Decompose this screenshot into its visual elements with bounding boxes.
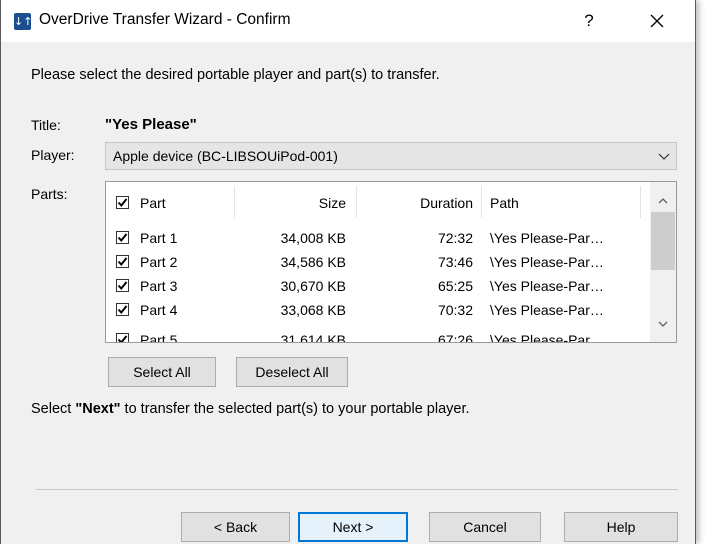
cell-path: \Yes Please-Par… [490,230,604,246]
cell-size: 34,008 KB [280,230,346,246]
col-separator [356,186,357,218]
col-header-path[interactable]: Path [490,195,519,211]
select-all-button[interactable]: Select All [108,357,216,387]
cell-part: Part 4 [140,302,178,318]
table-row[interactable]: Part 4 33,068 KB 70:32 \Yes Please-Par… [106,298,650,322]
col-separator [234,186,235,218]
col-header-duration[interactable]: Duration [386,195,473,211]
window-title: OverDrive Transfer Wizard - Confirm [39,11,291,28]
table-row[interactable]: Part 3 30,670 KB 65:25 \Yes Please-Par… [106,274,650,298]
cell-duration: 72:32 [437,230,473,246]
footer-message-prefix: Select [31,401,76,417]
col-separator [481,186,482,218]
table-row[interactable]: Part 5 31,614 KB 67:26 \Yes Please-Par… [106,328,650,343]
cell-duration: 67:26 [437,332,473,343]
chevron-down-icon [658,153,670,160]
next-button[interactable]: Next > [298,512,408,542]
col-header-size[interactable]: Size [266,195,346,211]
cell-size: 30,670 KB [280,278,346,294]
cell-part: Part 5 [140,332,178,343]
col-header-part[interactable]: Part [140,195,166,211]
checkmark-icon [117,305,128,315]
table-row[interactable]: Part 2 34,586 KB 73:46 \Yes Please-Par… [106,250,650,274]
scroll-down-icon[interactable] [657,318,669,330]
close-icon [650,14,664,28]
instruction-text: Please select the desired portable playe… [31,67,440,83]
title-bar[interactable]: ↓↑ OverDrive Transfer Wizard - Confirm ? [1,0,695,42]
select-all-checkbox[interactable] [116,196,129,209]
cell-duration: 73:46 [437,254,473,270]
title-value: "Yes Please" [105,116,197,133]
cell-duration: 65:25 [437,278,473,294]
cell-part: Part 1 [140,230,178,246]
title-label: Title: [31,117,61,133]
cell-part: Part 2 [140,254,178,270]
parts-list[interactable]: Part Size Duration Path Part 1 34,008 KB… [105,181,677,343]
cell-part: Part 3 [140,278,178,294]
cell-size: 31,614 KB [280,332,346,343]
part-checkbox[interactable] [116,333,129,342]
checkmark-icon [117,281,128,291]
cell-path: \Yes Please-Par… [490,302,604,318]
scrollbar-thumb[interactable] [651,212,675,270]
cell-duration: 70:32 [437,302,473,318]
cell-size: 34,586 KB [280,254,346,270]
deselect-all-button[interactable]: Deselect All [236,357,348,387]
parts-label: Parts: [31,186,68,202]
help-question-button[interactable]: ? [575,7,603,35]
table-row[interactable]: Part 1 34,008 KB 72:32 \Yes Please-Par… [106,226,650,250]
parts-list-scrollbar[interactable] [650,182,676,342]
col-separator [640,186,641,218]
footer-message-emphasis: "Next" [75,401,121,417]
checkmark-icon [117,335,128,342]
checkmark-icon [117,233,128,243]
footer-divider [36,489,678,490]
player-label: Player: [31,147,75,163]
close-button[interactable] [637,5,677,37]
cell-size: 33,068 KB [280,302,346,318]
scroll-up-icon[interactable] [657,195,669,207]
cell-path: \Yes Please-Par… [490,254,604,270]
overdrive-transfer-icon: ↓↑ [14,13,33,30]
cancel-button[interactable]: Cancel [429,512,541,542]
player-select-value: Apple device (BC-LIBSOUiPod-001) [113,148,338,164]
part-checkbox[interactable] [116,279,129,292]
back-button[interactable]: < Back [181,512,290,542]
checkmark-icon [117,198,128,208]
cell-path: \Yes Please-Par… [490,332,604,343]
checkmark-icon [117,257,128,267]
part-checkbox[interactable] [116,303,129,316]
wizard-window: ↓↑ OverDrive Transfer Wizard - Confirm ?… [0,0,696,544]
help-button[interactable]: Help [564,512,678,542]
part-checkbox[interactable] [116,231,129,244]
part-checkbox[interactable] [116,255,129,268]
footer-message: Select "Next" to transfer the selected p… [31,401,470,417]
footer-message-suffix: to transfer the selected part(s) to your… [120,401,470,417]
cell-path: \Yes Please-Par… [490,278,604,294]
player-select[interactable]: Apple device (BC-LIBSOUiPod-001) [105,142,677,170]
parts-list-header: Part Size Duration Path [106,182,650,224]
